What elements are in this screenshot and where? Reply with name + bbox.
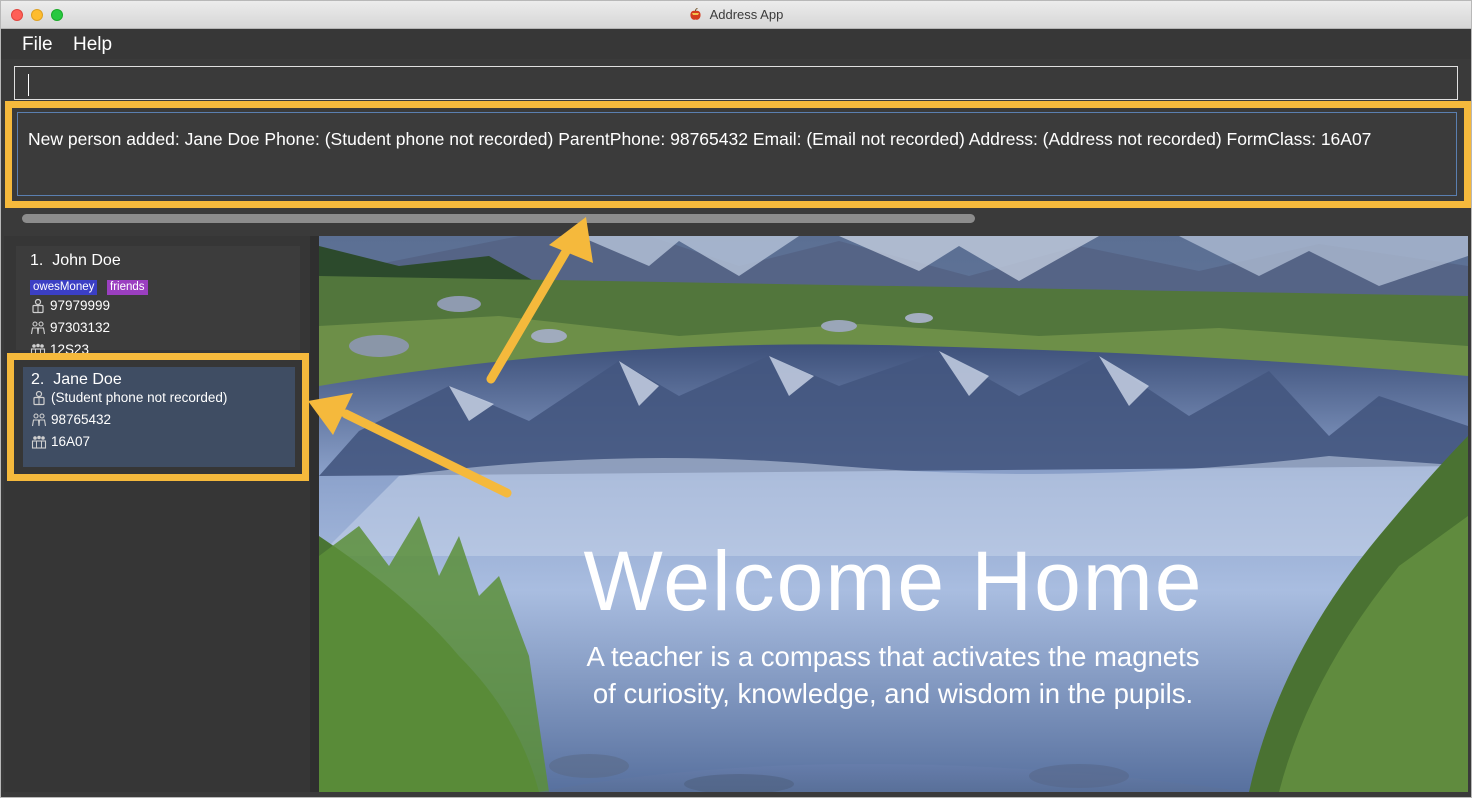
title-bar: Address App — [1, 1, 1471, 29]
student-phone-icon — [32, 298, 44, 314]
welcome-title: Welcome Home — [583, 534, 1204, 628]
student-phone: 97979999 — [50, 298, 111, 313]
app-window: Address App File Help New person added: … — [0, 0, 1472, 798]
address-app-icon — [690, 8, 701, 20]
command-input[interactable] — [14, 66, 1458, 100]
result-horizontal-scrollbar[interactable] — [14, 209, 1458, 229]
welcome-panel: Welcome Home A teacher is a compass that… — [319, 236, 1468, 792]
person-name: John Doe — [52, 252, 121, 269]
selected-card-highlight — [7, 353, 309, 481]
scrollbar-thumb[interactable] — [22, 214, 975, 223]
parent-phone-icon — [30, 321, 46, 335]
tag-owesmoney: owesMoney — [30, 280, 98, 295]
person-list-panel[interactable]: 1. John Doe owesMoney friends 97979999 9… — [4, 236, 310, 792]
menu-file[interactable]: File — [22, 34, 53, 56]
split-pane-divider[interactable] — [310, 236, 319, 792]
text-caret — [28, 74, 29, 96]
window-title: Address App — [709, 7, 784, 22]
menu-bar: File Help — [1, 29, 1471, 59]
menu-help[interactable]: Help — [73, 34, 112, 56]
person-index: 1. — [30, 252, 44, 269]
parent-phone: 97303132 — [50, 320, 111, 335]
result-display-highlight — [5, 101, 1471, 208]
tag-friends: friends — [107, 280, 148, 295]
welcome-quote: A teacher is a compass that activates th… — [586, 641, 1200, 709]
person-card-john-doe[interactable]: 1. John Doe owesMoney friends 97979999 9… — [16, 246, 300, 357]
